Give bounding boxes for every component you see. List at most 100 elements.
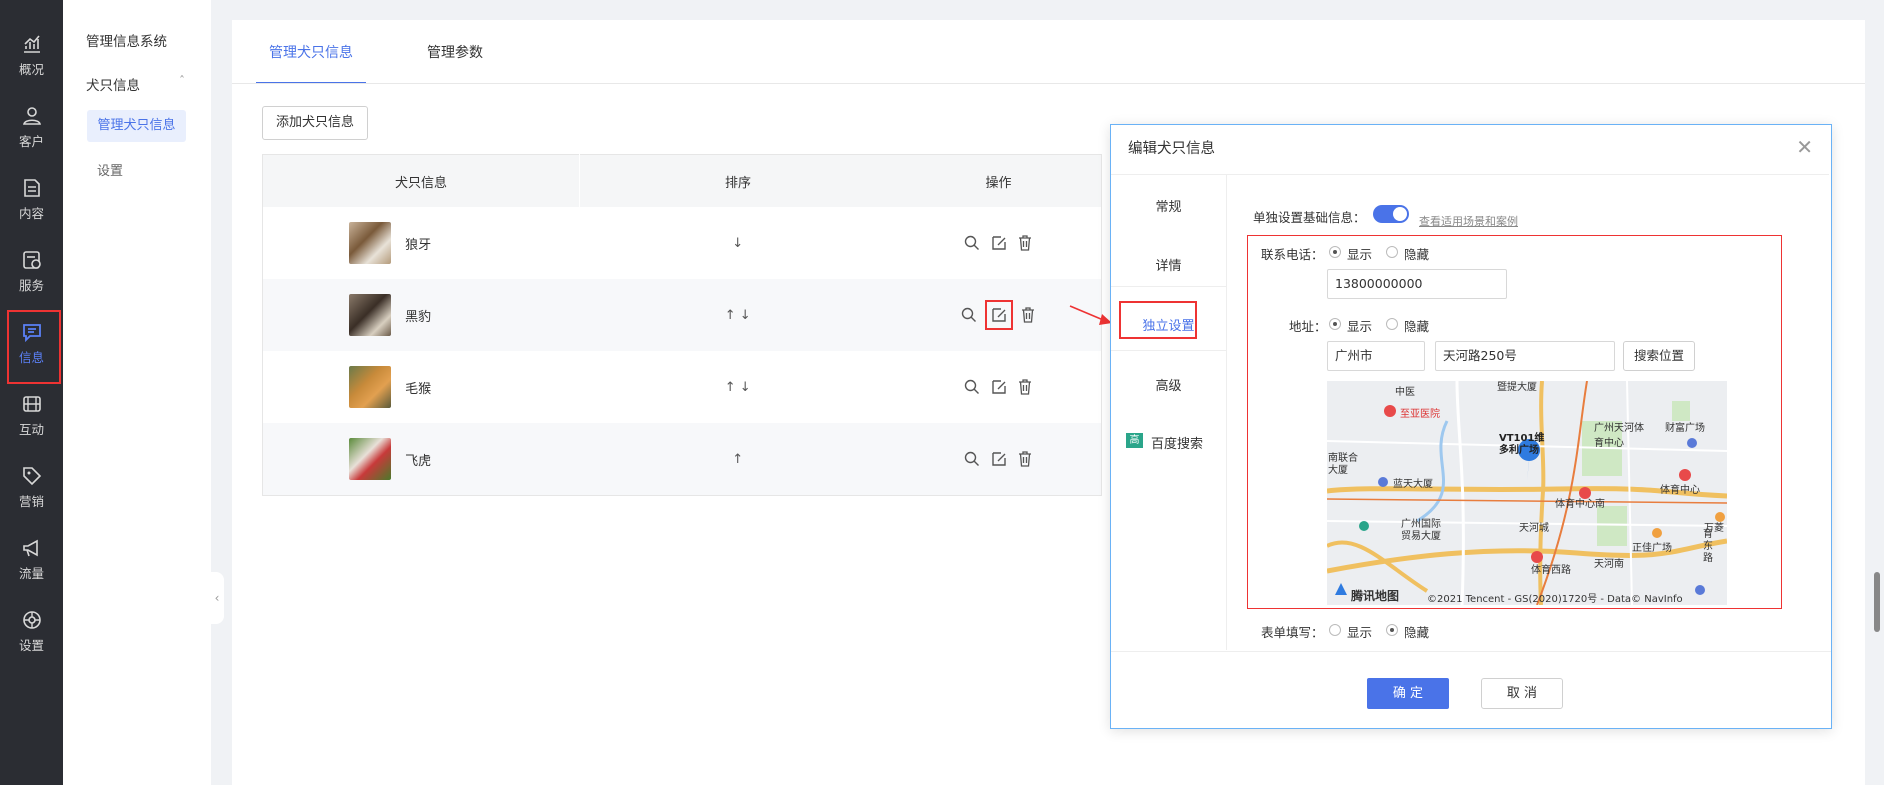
search-icon[interactable] bbox=[963, 450, 981, 468]
tab-general[interactable]: 常规 bbox=[1111, 196, 1226, 215]
document-icon bbox=[23, 179, 40, 197]
rail-item-customer[interactable]: 客户 bbox=[0, 94, 63, 162]
scenario-link[interactable]: 查看适用场景和案例 bbox=[1419, 213, 1518, 229]
rail-label: 流量 bbox=[18, 566, 44, 581]
map-copyright: ©2021 Tencent - GS(2020)1720号 - Data© Na… bbox=[1427, 594, 1683, 605]
rail-label: 设置 bbox=[18, 638, 44, 653]
dog-name: 狼牙 bbox=[405, 237, 432, 253]
column-header: 排序 bbox=[579, 154, 896, 207]
rail-label: 客户 bbox=[18, 134, 44, 149]
street-input[interactable]: 天河路250号 bbox=[1435, 341, 1615, 371]
rail-item-settings[interactable]: 设置 bbox=[0, 598, 63, 666]
trash-icon[interactable] bbox=[1016, 234, 1034, 252]
map-label: 南联合大厦 bbox=[1328, 453, 1358, 476]
close-icon[interactable]: ✕ bbox=[1796, 135, 1813, 159]
radio-label: 显示 bbox=[1347, 625, 1373, 640]
dog-name: 黑豹 bbox=[405, 309, 432, 325]
rail-label: 互动 bbox=[18, 422, 44, 437]
rail-item-service[interactable]: 服务 bbox=[0, 238, 63, 306]
radio-label: 隐藏 bbox=[1404, 247, 1430, 262]
phone-show-radio[interactable] bbox=[1329, 246, 1341, 258]
user-icon bbox=[22, 107, 41, 125]
radio-label: 显示 bbox=[1347, 319, 1373, 334]
address-show-radio[interactable] bbox=[1329, 318, 1341, 330]
edit-icon[interactable] bbox=[990, 450, 1008, 468]
edit-icon[interactable] bbox=[990, 234, 1008, 252]
actions-cell bbox=[896, 351, 1102, 423]
rail-item-content[interactable]: 内容 bbox=[0, 166, 63, 234]
rail-item-interaction[interactable]: 互动 bbox=[0, 382, 63, 450]
dog-cell: 飞虎 bbox=[262, 423, 580, 496]
rail-item-traffic[interactable]: 流量 bbox=[0, 526, 63, 594]
map-label: VT101维多利广场 bbox=[1499, 433, 1545, 456]
sort-arrows[interactable]: ↑ ↓ bbox=[579, 279, 896, 351]
column-header: 犬只信息 bbox=[262, 154, 580, 207]
radio-label: 隐藏 bbox=[1404, 625, 1430, 640]
trash-icon[interactable] bbox=[1016, 450, 1034, 468]
rail-label: 营销 bbox=[18, 494, 44, 509]
column-header: 操作 bbox=[896, 154, 1102, 207]
address-hide-radio[interactable] bbox=[1386, 318, 1398, 330]
sort-arrows[interactable]: ↓ bbox=[580, 207, 897, 279]
form-fill-show-radio[interactable] bbox=[1329, 624, 1341, 636]
rail-label: 内容 bbox=[18, 206, 44, 221]
map-label: 广州国际贸易大厦 bbox=[1401, 519, 1441, 542]
nav-group-dog-info[interactable]: 犬只信息 bbox=[86, 74, 140, 94]
edit-highlight bbox=[984, 300, 1013, 330]
trash-icon[interactable] bbox=[1019, 306, 1037, 324]
radio-label: 显示 bbox=[1347, 247, 1373, 262]
base-info-toggle[interactable] bbox=[1373, 205, 1409, 223]
system-title: 管理信息系统 bbox=[86, 34, 167, 50]
phone-input[interactable]: 13800000000 bbox=[1327, 269, 1507, 299]
search-location-button[interactable]: 搜索位置 bbox=[1623, 341, 1695, 371]
city-input[interactable]: 广州市 bbox=[1327, 341, 1425, 371]
rail-item-overview[interactable]: 概况 bbox=[0, 22, 63, 90]
form-fill-hide-radio[interactable] bbox=[1386, 624, 1398, 636]
map-label: 蓝天大厦 bbox=[1393, 479, 1433, 490]
search-icon[interactable] bbox=[960, 306, 978, 324]
edit-icon[interactable] bbox=[990, 378, 1008, 396]
dog-cell: 黑豹 bbox=[262, 279, 580, 351]
map-label: 天河南 bbox=[1594, 559, 1624, 570]
sort-arrows[interactable]: ↑ bbox=[579, 423, 896, 496]
page-scrollbar[interactable] bbox=[1874, 572, 1880, 632]
confirm-button[interactable]: 确 定 bbox=[1367, 678, 1449, 709]
rail-item-info[interactable]: 信息 bbox=[0, 310, 63, 384]
map-label: 万菱 bbox=[1704, 523, 1724, 534]
rail-label: 概况 bbox=[18, 62, 44, 77]
actions-cell bbox=[896, 423, 1102, 496]
chevron-up-icon[interactable]: ˆ bbox=[179, 74, 185, 88]
nav-item-settings[interactable]: 设置 bbox=[97, 160, 123, 179]
phone-hide-radio[interactable] bbox=[1386, 246, 1398, 258]
dialog-side-tabs: 常规 详情 独立设置 高级 高 百度搜索 bbox=[1111, 174, 1227, 650]
collapse-sidebar-handle[interactable]: ‹ bbox=[210, 572, 224, 624]
map-label: 财富广场 bbox=[1665, 423, 1705, 434]
rail-label: 服务 bbox=[18, 278, 44, 293]
table-row: 毛猴 ↑ ↓ bbox=[263, 351, 1102, 423]
dog-cell: 狼牙 bbox=[263, 207, 580, 279]
add-dog-button[interactable]: 添加犬只信息 bbox=[262, 106, 368, 140]
map-view[interactable]: 暨提大厦 中医 至亚医院 广州天河体育中心 财富广场 VT101维多利广场 体育… bbox=[1327, 381, 1727, 605]
tab-detail[interactable]: 详情 bbox=[1111, 255, 1226, 274]
edit-icon[interactable] bbox=[990, 306, 1008, 324]
trash-icon[interactable] bbox=[1016, 378, 1034, 396]
search-icon[interactable] bbox=[963, 378, 981, 396]
nav-item-manage-dogs[interactable]: 管理犬只信息 bbox=[87, 110, 186, 142]
edit-dog-dialog: 编辑犬只信息 ✕ 常规 详情 独立设置 高级 高 百度搜索 单独设置基础信息： … bbox=[1110, 124, 1832, 729]
highlight-box bbox=[1119, 301, 1197, 339]
dog-table: 犬只信息 排序 操作 狼牙 ↓ 黑豹 ↑ ↓ 毛猴 ↑ ↓ 飞虎 ↑ bbox=[262, 154, 1102, 496]
tab-manage-dogs[interactable]: 管理犬只信息 bbox=[269, 42, 353, 62]
sort-arrows[interactable]: ↑ ↓ bbox=[580, 351, 897, 423]
map-label: 至亚医院 bbox=[1400, 409, 1440, 420]
baidu-badge-icon: 高 bbox=[1126, 433, 1143, 448]
main-rail: 概况 客户 内容 服务 信息 互动 营销 流量 设置 bbox=[0, 0, 63, 785]
search-icon[interactable] bbox=[963, 234, 981, 252]
map-label: 体育中心南 bbox=[1555, 499, 1605, 510]
tab-manage-params[interactable]: 管理参数 bbox=[427, 42, 483, 62]
dog-name: 飞虎 bbox=[405, 453, 432, 469]
rail-item-marketing[interactable]: 营销 bbox=[0, 454, 63, 522]
cancel-button[interactable]: 取 消 bbox=[1481, 678, 1563, 709]
tab-advanced[interactable]: 高级 bbox=[1111, 375, 1226, 394]
tab-baidu-search[interactable]: 百度搜索 bbox=[1151, 433, 1203, 452]
form-fill-label: 表单填写： bbox=[1261, 625, 1324, 640]
